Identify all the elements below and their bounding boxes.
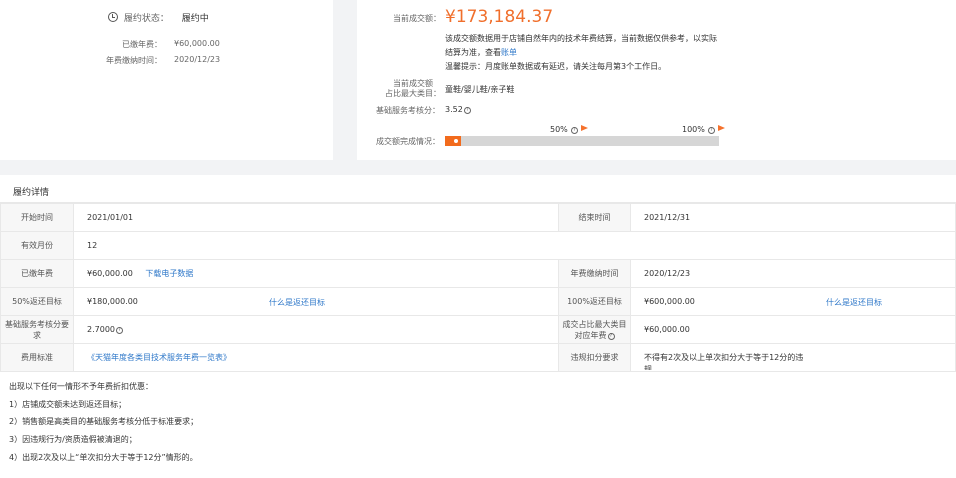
table-row: 费用标准 《天猫年度各类目技术服务年费一览表》 违规扣分要求 不得有2次及以上单… <box>0 343 956 372</box>
fee-time-value: 2020/12/23 <box>174 55 221 64</box>
start-label: 开始时间 <box>0 203 74 232</box>
condition-item-2: 2）销售额是高类目的基础服务考核分低于标准要求； <box>9 417 199 426</box>
fee-time-value-cell: 2020/12/23 <box>630 259 956 288</box>
score-value: 3.52 <box>445 105 463 114</box>
table-row: 已缴年费 ¥60,000.00 下载电子数据 年费缴纳时间 2020/12/23 <box>0 259 956 288</box>
score-req-label-1: 基础服务考核分要 <box>5 319 69 329</box>
violation-value-2: 规 <box>644 364 652 370</box>
paid-cell: ¥60,000.00 下载电子数据 <box>73 259 559 288</box>
table-row: 开始时间 2021/01/01 结束时间 2021/12/31 <box>0 203 956 232</box>
status-row: 履约状态： 履约中 <box>108 11 209 24</box>
help-icon[interactable]: ? <box>570 127 578 134</box>
marker-100: 100%? <box>682 125 725 134</box>
progress-track <box>445 136 719 146</box>
score-row: 3.52? <box>445 105 471 114</box>
category-value: 童鞋/婴儿鞋/亲子鞋 <box>445 85 515 94</box>
refund50-value: ¥180,000.00 <box>87 297 138 306</box>
violation-label: 违规扣分要求 <box>558 343 631 372</box>
marker-100-label: 100% <box>682 125 705 134</box>
help-icon[interactable]: ? <box>607 332 615 340</box>
end-label: 结束时间 <box>558 203 631 232</box>
condition-item-4: 4）出现2次及以上“单次扣分大于等于12分”情形的。 <box>9 453 198 462</box>
fee-time-label: 年费缴纳时间： <box>106 56 162 65</box>
standard-link[interactable]: 《天猫年度各类目技术服务年费一览表》 <box>87 353 231 362</box>
paid-fee-value: ¥60,000.00 <box>174 39 220 48</box>
refund50-cell: ¥180,000.00 什么是返还目标 <box>73 287 559 316</box>
violation-cell: 不得有2次及以上单次扣分大于等于12分的违 规 <box>630 343 956 372</box>
details-table: 开始时间 2021/01/01 结束时间 2021/12/31 有效月份 12 … <box>0 203 956 372</box>
download-data-link[interactable]: 下载电子数据 <box>145 269 193 278</box>
table-row: 50%返还目标 ¥180,000.00 什么是返还目标 100%返还目标 ¥60… <box>0 287 956 316</box>
help-icon[interactable]: ? <box>116 327 123 334</box>
turnover-note-1: 该成交额数据用于店铺自然年内的技术年费结算，当前数据仅供参考，以实际 <box>445 34 717 43</box>
refund50-help-link[interactable]: 什么是返还目标 <box>269 297 325 308</box>
refund100-label: 100%返还目标 <box>558 287 631 316</box>
cat-fee-label-2-row: 对应年费? <box>559 330 630 341</box>
cat-fee-label-1: 成交占比最大类目 <box>562 319 627 329</box>
score-req-value: 2.7000 <box>87 325 115 334</box>
end-value: 2021/12/31 <box>630 203 956 232</box>
flag-icon <box>717 125 725 131</box>
standard-cell: 《天猫年度各类目技术服务年费一览表》 <box>73 343 559 372</box>
category-label-2: 占比最大类目： <box>385 89 441 98</box>
standard-label: 费用标准 <box>0 343 74 372</box>
condition-item-3: 3）因违规行为/资质造假被清退的； <box>9 435 137 444</box>
turnover-note-3: 温馨提示：月度账单数据或有延迟，请关注每月第3个工作日。 <box>445 62 667 71</box>
months-label: 有效月份 <box>0 231 74 260</box>
flag-icon <box>580 125 588 131</box>
marker-50: 50%? <box>550 125 588 134</box>
paid-label: 已缴年费 <box>0 259 74 288</box>
status-label: 履约状态： <box>123 14 169 24</box>
paid-value: ¥60,000.00 <box>87 269 133 278</box>
refund100-help-link[interactable]: 什么是返还目标 <box>826 297 882 308</box>
details-title: 履约详情 <box>13 188 50 198</box>
history-icon <box>108 12 118 22</box>
progress-label: 成交额完成情况： <box>376 137 440 146</box>
cat-fee-value: ¥60,000.00 <box>630 315 956 344</box>
bill-link[interactable]: 账单 <box>501 48 517 57</box>
cat-fee-label-2: 对应年费 <box>574 330 607 340</box>
turnover-note-2-text: 结算为准，查看 <box>445 48 501 57</box>
refund100-cell: ¥600,000.00 什么是返还目标 <box>630 287 956 316</box>
score-req-cell: 2.7000? <box>73 315 559 344</box>
months-value: 12 <box>73 231 956 260</box>
marker-50-label: 50% <box>550 125 568 134</box>
refund100-value: ¥600,000.00 <box>644 297 695 306</box>
paid-fee-label: 已缴年费： <box>122 40 162 49</box>
help-icon[interactable]: ? <box>707 127 715 134</box>
condition-item-1: 1）店铺成交额未达到返还目标； <box>9 400 127 409</box>
violation-value-1: 不得有2次及以上单次扣分大于等于12分的违 <box>644 352 804 362</box>
turnover-card: 当前成交额： ¥173,184.37 该成交额数据用于店铺自然年内的技术年费结算… <box>357 0 956 160</box>
score-label: 基础服务考核分： <box>376 106 440 115</box>
score-req-label-2: 求 <box>33 330 41 340</box>
turnover-label: 当前成交额： <box>393 14 441 23</box>
start-value: 2021/01/01 <box>73 203 559 232</box>
status-value: 履约中 <box>181 14 209 24</box>
cat-fee-label: 成交占比最大类目 对应年费? <box>558 315 631 344</box>
table-row: 有效月份 12 <box>0 231 956 260</box>
help-icon[interactable]: ? <box>463 107 471 114</box>
conditions-intro: 出现以下任何一情形不予年费折扣优惠： <box>9 382 153 391</box>
score-req-label: 基础服务考核分要 求 <box>0 315 74 344</box>
fee-time-label-cell: 年费缴纳时间 <box>558 259 631 288</box>
turnover-note-2: 结算为准，查看账单 <box>445 47 517 58</box>
table-row: 基础服务考核分要 求 2.7000? 成交占比最大类目 对应年费? ¥60,00… <box>0 315 956 344</box>
turnover-value: ¥173,184.37 <box>445 7 554 27</box>
status-card: 履约状态： 履约中 已缴年费： ¥60,000.00 年费缴纳时间： 2020/… <box>0 0 333 160</box>
refund50-label: 50%返还目标 <box>0 287 74 316</box>
